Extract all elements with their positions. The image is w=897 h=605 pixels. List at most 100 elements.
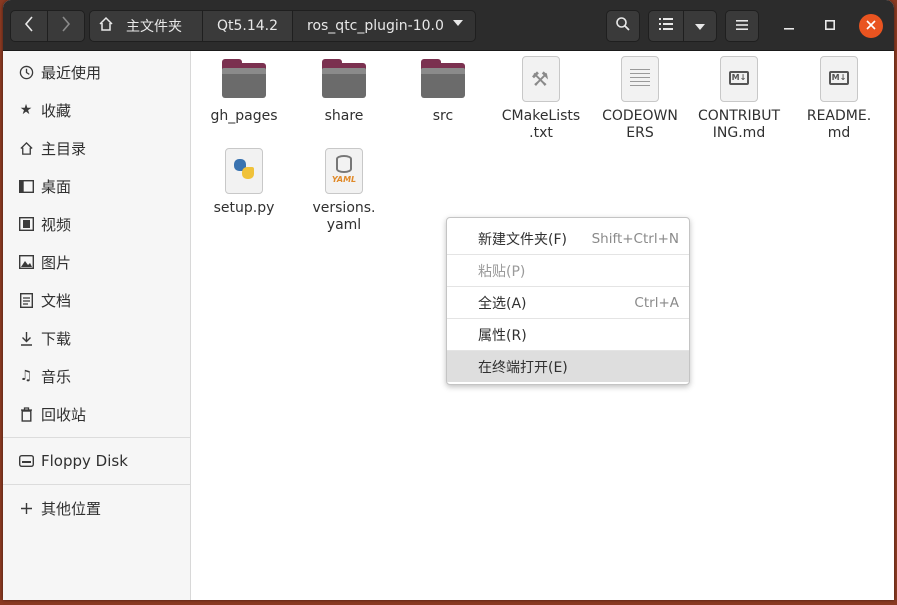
sidebar-item-pictures[interactable]: 图片	[3, 244, 190, 280]
menu-item-paste: 粘贴(P)	[447, 255, 689, 286]
cmake-file-icon: ⚒	[517, 56, 565, 104]
yaml-file-icon: YAML	[320, 148, 368, 196]
file-item-cmakelists[interactable]: ⚒ CMakeLists .txt	[493, 56, 589, 142]
main-menu-button[interactable]	[725, 10, 759, 42]
file-manager-window: 主文件夹 Qt5.14.2 ros_qtc_plugin-10.0 最近使用 ★…	[3, 0, 894, 600]
file-item-versions-yaml[interactable]: YAML versions. yaml	[296, 148, 392, 234]
sidebar-item-trash[interactable]: 回收站	[3, 396, 190, 432]
breadcrumb-qt[interactable]: Qt5.14.2	[202, 10, 293, 42]
breadcrumb-qt-label: Qt5.14.2	[216, 18, 279, 34]
menu-item-select-all[interactable]: 全选(A) Ctrl+A	[447, 287, 689, 318]
sidebar-item-label: 图片	[41, 253, 72, 272]
list-view-button[interactable]	[648, 10, 684, 42]
sidebar-item-starred[interactable]: ★ 收藏	[3, 92, 190, 128]
drive-icon	[18, 453, 34, 469]
sidebar-item-label: 回收站	[41, 405, 87, 424]
sidebar-item-recent[interactable]: 最近使用	[3, 54, 190, 90]
python-file-icon	[220, 148, 268, 196]
breadcrumb-home-label: 主文件夹	[126, 19, 182, 35]
sidebar-item-label: 最近使用	[41, 63, 102, 82]
menu-item-label: 属性(R)	[478, 327, 527, 344]
home-icon	[18, 140, 34, 156]
sidebar-item-desktop[interactable]: 桌面	[3, 168, 190, 204]
file-name: README. md	[806, 108, 872, 141]
file-item-gh-pages[interactable]: gh_pages	[196, 56, 292, 125]
sidebar-item-label: 桌面	[41, 177, 72, 196]
file-item-readme[interactable]: M↓ README. md	[791, 56, 887, 142]
sidebar-divider	[3, 484, 190, 485]
file-name: CODEOWN ERS	[602, 108, 678, 141]
plus-icon	[18, 500, 34, 516]
sidebar-item-other-locations[interactable]: 其他位置	[3, 490, 190, 526]
video-icon	[18, 216, 34, 232]
file-name: src	[432, 108, 454, 124]
sidebar-item-label: Floppy Disk	[41, 452, 128, 470]
breadcrumb-current-label: ros_qtc_plugin-10.0	[307, 18, 444, 34]
folder-icon	[320, 56, 368, 104]
sidebar-item-documents[interactable]: 文档	[3, 282, 190, 318]
menu-item-label: 新建文件夹(F)	[478, 231, 567, 248]
music-icon: ♫	[19, 368, 33, 384]
view-options-button[interactable]	[683, 10, 717, 42]
sidebar-divider	[3, 437, 190, 438]
sidebar-item-label: 文档	[41, 291, 72, 310]
back-button[interactable]	[10, 10, 48, 42]
folder-icon	[220, 56, 268, 104]
document-icon	[18, 292, 34, 308]
menu-item-label: 在终端打开(E)	[478, 359, 568, 376]
list-view-icon	[659, 18, 673, 34]
sidebar-item-music[interactable]: ♫ 音乐	[3, 358, 190, 394]
file-name: CONTRIBUT ING.md	[697, 108, 781, 141]
file-name: versions. yaml	[312, 200, 376, 233]
menu-item-shortcut: Shift+Ctrl+N	[591, 230, 679, 247]
minimize-icon	[784, 18, 794, 34]
menu-item-new-folder[interactable]: 新建文件夹(F) Shift+Ctrl+N	[447, 223, 689, 254]
sidebar: 最近使用 ★ 收藏 主目录 桌面 视频 图片 文档 下载 ♫ 音乐 回收站 Fl…	[3, 51, 191, 600]
chevron-down-icon	[453, 20, 463, 26]
sidebar-item-downloads[interactable]: 下载	[3, 320, 190, 356]
file-item-contributing[interactable]: M↓ CONTRIBUT ING.md	[691, 56, 787, 142]
sidebar-item-label: 主目录	[41, 139, 87, 158]
search-icon	[615, 16, 631, 36]
file-item-codeowners[interactable]: CODEOWN ERS	[592, 56, 688, 142]
menu-item-shortcut: Ctrl+A	[634, 294, 679, 311]
folder-icon	[419, 56, 467, 104]
chevron-left-icon	[24, 16, 34, 36]
home-icon	[98, 16, 114, 36]
file-name: setup.py	[213, 200, 275, 216]
picture-icon	[18, 254, 34, 270]
star-icon: ★	[19, 102, 33, 118]
close-button[interactable]	[859, 14, 883, 38]
breadcrumb-home[interactable]: 主文件夹	[89, 10, 203, 42]
sidebar-item-floppy-disk[interactable]: Floppy Disk	[3, 443, 190, 479]
minimize-button[interactable]	[777, 14, 801, 38]
hamburger-menu-icon	[736, 18, 748, 34]
forward-button[interactable]	[47, 10, 85, 42]
sidebar-item-label: 其他位置	[41, 499, 102, 518]
breadcrumb-current[interactable]: ros_qtc_plugin-10.0	[292, 10, 476, 42]
markdown-file-icon: M↓	[815, 56, 863, 104]
sidebar-item-label: 收藏	[41, 101, 72, 120]
file-item-src[interactable]: src	[395, 56, 491, 125]
chevron-down-icon	[695, 18, 705, 34]
clock-icon	[18, 64, 34, 80]
file-name: gh_pages	[210, 108, 278, 124]
menu-item-label: 全选(A)	[478, 295, 527, 312]
search-button[interactable]	[606, 10, 640, 42]
sidebar-item-label: 视频	[41, 215, 72, 234]
menu-item-open-in-terminal[interactable]: 在终端打开(E)	[447, 351, 689, 382]
file-item-share[interactable]: share	[296, 56, 392, 125]
close-icon	[866, 19, 876, 34]
maximize-button[interactable]	[818, 14, 842, 38]
sidebar-item-home[interactable]: 主目录	[3, 130, 190, 166]
menu-item-properties[interactable]: 属性(R)	[447, 319, 689, 350]
menu-item-label: 粘贴(P)	[478, 263, 526, 280]
sidebar-item-videos[interactable]: 视频	[3, 206, 190, 242]
text-file-icon	[616, 56, 664, 104]
markdown-file-icon: M↓	[715, 56, 763, 104]
maximize-icon	[825, 18, 835, 34]
file-name: CMakeLists .txt	[501, 108, 581, 141]
context-menu: 新建文件夹(F) Shift+Ctrl+N 粘贴(P) 全选(A) Ctrl+A…	[446, 217, 690, 385]
file-item-setup-py[interactable]: setup.py	[196, 148, 292, 217]
sidebar-item-label: 音乐	[41, 367, 72, 386]
